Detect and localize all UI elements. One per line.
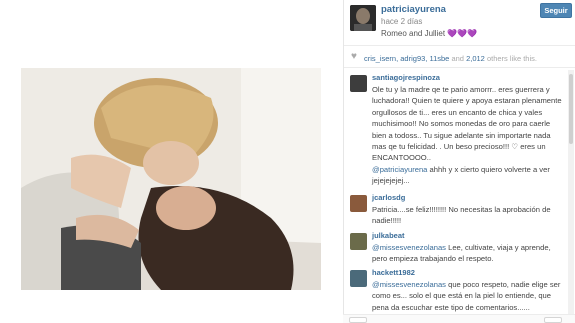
likes-suffix: others like this.: [486, 54, 537, 63]
mention-link[interactable]: @missesvenezolanas: [372, 280, 446, 289]
post-header: patriciayurena hace 2 días Romeo and Jul…: [344, 0, 575, 46]
liker-link[interactable]: cris_isern: [364, 54, 396, 63]
post-caption: Romeo and Julliet 💜💜💜: [381, 29, 478, 38]
follow-button[interactable]: Seguir: [540, 3, 572, 18]
avatar[interactable]: [350, 5, 376, 31]
comments-list: santiagojrespinoza Ole tu y la madre qe …: [343, 70, 569, 323]
more-options-button[interactable]: [544, 317, 562, 323]
avatar[interactable]: [350, 233, 367, 250]
mention-link[interactable]: @patriciayurena: [372, 165, 427, 174]
likes-text: cris_isern, adrig93, 11sbe and 2,012 oth…: [364, 54, 537, 63]
like-button[interactable]: [349, 317, 367, 323]
likes-count[interactable]: 2,012: [466, 54, 485, 63]
couple-photo-illustration: [21, 68, 321, 290]
post-timestamp: hace 2 días: [381, 17, 423, 26]
comment-text: @missesvenezolanas que poco respeto, nad…: [372, 279, 564, 313]
mention-link[interactable]: @missesvenezolanas: [372, 243, 446, 252]
owner-username[interactable]: patriciayurena: [381, 4, 446, 15]
photo-panel: [0, 0, 343, 323]
owner-avatar-image: [350, 5, 376, 31]
post-photo[interactable]: [21, 68, 321, 290]
comments-scrollbar[interactable]: [568, 70, 574, 323]
scroll-thumb[interactable]: [569, 74, 573, 144]
comment-username[interactable]: hackett1982: [372, 268, 415, 277]
avatar[interactable]: [350, 270, 367, 287]
liker-link[interactable]: 11sbe: [429, 54, 449, 63]
comment-body: Ole tu y la madre qe te pario amorrr.. e…: [372, 85, 562, 163]
comment-username[interactable]: jcarlosdg: [372, 193, 405, 202]
likes-bar: ♥ cris_isern, adrig93, 11sbe and 2,012 o…: [344, 49, 575, 68]
comment-actions-bar: [343, 314, 575, 323]
comment-username[interactable]: julkabeat: [372, 231, 405, 240]
comment-text: Ole tu y la madre qe te pario amorrr.. e…: [372, 84, 564, 187]
comment-text: Patricia....se feliz!!!!!!!! No necesita…: [372, 205, 551, 226]
liker-link[interactable]: adrig93: [400, 54, 425, 63]
avatar[interactable]: [350, 195, 367, 212]
avatar[interactable]: [350, 75, 367, 92]
likes-and: and: [451, 54, 464, 63]
comment-username[interactable]: santiagojrespinoza: [372, 73, 440, 82]
heart-icon[interactable]: ♥: [351, 52, 361, 62]
comment-text: @missesvenezolanas Lee, cultivate, viaja…: [372, 242, 564, 265]
